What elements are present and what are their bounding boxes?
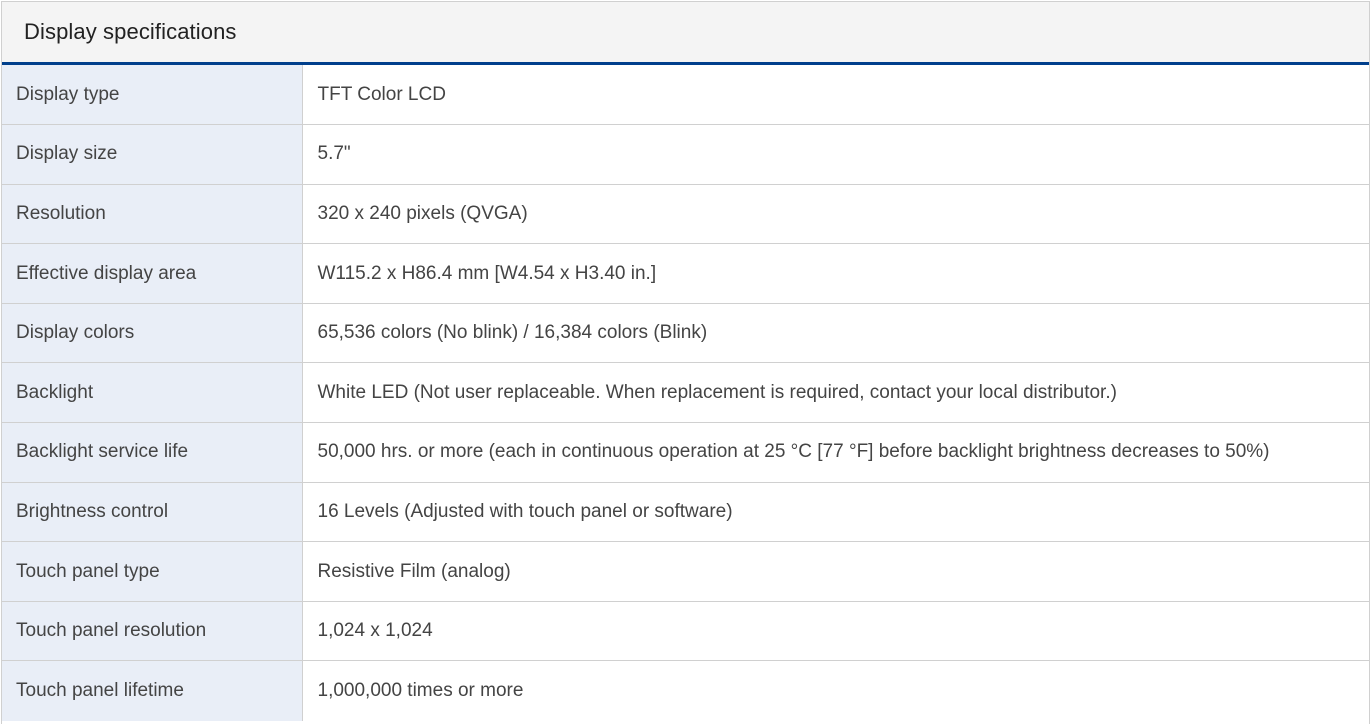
spec-value: 1,024 x 1,024 <box>302 601 1369 662</box>
spec-value: 65,536 colors (No blink) / 16,384 colors… <box>302 303 1369 364</box>
spec-label: Display size <box>2 124 303 185</box>
spec-value: 50,000 hrs. or more (each in continuous … <box>302 422 1369 483</box>
spec-label: Touch panel type <box>2 541 303 602</box>
spec-label: Display type <box>2 65 303 126</box>
spec-row-display-size: Display size 5.7" <box>2 124 1369 185</box>
spec-label: Touch panel lifetime <box>2 660 303 721</box>
spec-row-effective-display-area: Effective display area W115.2 x H86.4 mm… <box>2 243 1369 304</box>
spec-label: Backlight <box>2 362 303 424</box>
spec-row-display-colors: Display colors 65,536 colors (No blink) … <box>2 303 1369 364</box>
spec-row-resolution: Resolution 320 x 240 pixels (QVGA) <box>2 184 1369 245</box>
spec-value: 16 Levels (Adjusted with touch panel or … <box>302 482 1369 543</box>
spec-label: Display colors <box>2 303 303 364</box>
spec-value: Resistive Film (analog) <box>302 541 1369 602</box>
spec-row-touch-panel-type: Touch panel type Resistive Film (analog) <box>2 541 1369 602</box>
spec-value: TFT Color LCD <box>302 65 1369 126</box>
spec-label: Brightness control <box>2 482 303 543</box>
spec-row-display-type: Display type TFT Color LCD <box>2 65 1369 126</box>
spec-value: White LED (Not user replaceable. When re… <box>302 362 1369 424</box>
panel-header: Display specifications <box>2 1 1369 65</box>
spec-label: Touch panel resolution <box>2 601 303 662</box>
spec-table: Display type TFT Color LCD Display size … <box>2 65 1369 721</box>
spec-row-brightness-control: Brightness control 16 Levels (Adjusted w… <box>2 482 1369 543</box>
spec-label: Resolution <box>2 184 303 245</box>
spec-value: 320 x 240 pixels (QVGA) <box>302 184 1369 245</box>
spec-row-touch-panel-lifetime: Touch panel lifetime 1,000,000 times or … <box>2 660 1369 721</box>
display-specifications-panel: Display specifications Display type TFT … <box>1 1 1370 724</box>
spec-row-backlight: Backlight White LED (Not user replaceabl… <box>2 362 1369 424</box>
spec-label: Backlight service life <box>2 422 303 483</box>
spec-value: 1,000,000 times or more <box>302 660 1369 721</box>
spec-value: 5.7" <box>302 124 1369 185</box>
panel-title: Display specifications <box>24 19 237 44</box>
spec-value: W115.2 x H86.4 mm [W4.54 x H3.40 in.] <box>302 243 1369 304</box>
spec-label: Effective display area <box>2 243 303 304</box>
spec-row-touch-panel-resolution: Touch panel resolution 1,024 x 1,024 <box>2 601 1369 662</box>
spec-row-backlight-service-life: Backlight service life 50,000 hrs. or mo… <box>2 422 1369 483</box>
